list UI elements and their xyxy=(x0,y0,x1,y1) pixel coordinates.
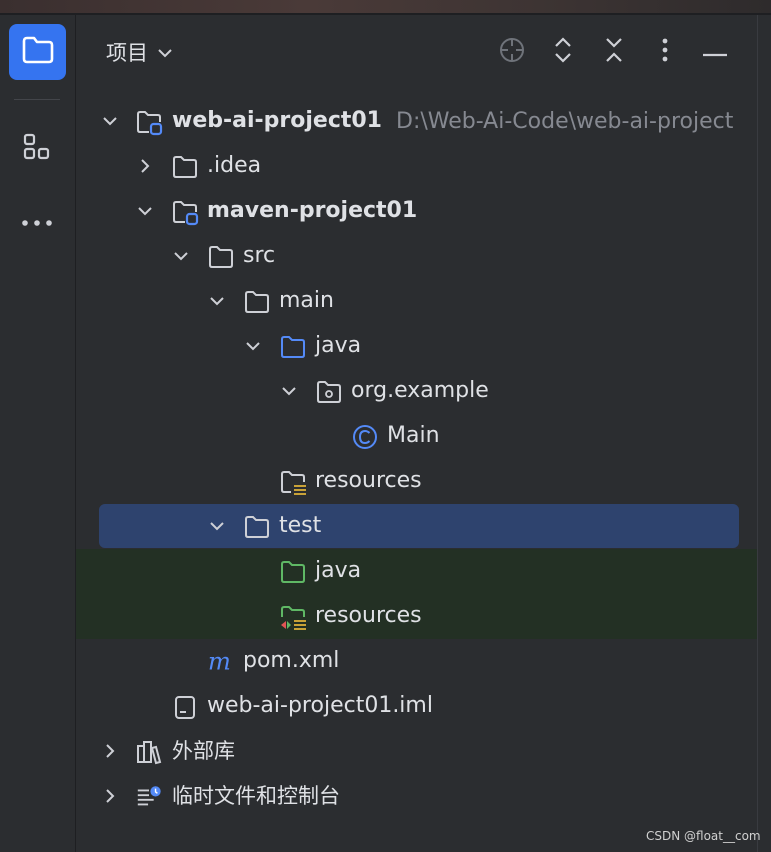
select-opened-file-button[interactable] xyxy=(497,37,527,67)
test-resources-folder-icon xyxy=(279,603,307,631)
options-button[interactable] xyxy=(650,37,680,67)
tree-row-main[interactable]: main xyxy=(76,279,757,324)
tree-label: web-ai-project01 xyxy=(172,108,382,133)
tree-row-main-resources[interactable]: resources xyxy=(76,459,757,504)
test-source-folder-icon xyxy=(279,558,307,586)
scratches-icon xyxy=(135,783,163,811)
tree-label: main xyxy=(279,288,334,313)
test-sources-highlight xyxy=(76,549,757,594)
tree-label: maven-project01 xyxy=(207,198,418,223)
expand-all-button[interactable] xyxy=(548,37,578,67)
folder-icon xyxy=(171,153,199,181)
window-top-strip xyxy=(0,0,771,13)
tree-label: web-ai-project01.iml xyxy=(207,693,433,718)
tree-row-idea[interactable]: .idea xyxy=(76,144,757,189)
more-tools-button[interactable] xyxy=(12,202,62,242)
source-folder-icon xyxy=(279,333,307,361)
tree-label: test xyxy=(279,513,322,538)
panel-title: 项目 xyxy=(106,41,148,65)
chevron-down-icon[interactable] xyxy=(279,381,299,401)
folder-icon xyxy=(243,513,271,541)
chevron-down-icon[interactable] xyxy=(135,201,155,221)
tree-row-package[interactable]: org.example xyxy=(76,369,757,414)
tree-label: .idea xyxy=(207,153,262,178)
chevron-right-icon[interactable] xyxy=(100,741,120,761)
hide-panel-button[interactable] xyxy=(700,37,730,67)
library-icon xyxy=(135,738,163,766)
tree-row-test[interactable]: test xyxy=(76,504,757,549)
tree-row-main-java[interactable]: java xyxy=(76,324,757,369)
activity-separator xyxy=(14,99,60,100)
maven-icon: m xyxy=(207,648,235,676)
tree-label: resources xyxy=(315,468,422,493)
tree-label: 临时文件和控制台 xyxy=(172,784,340,808)
chevron-right-icon[interactable] xyxy=(100,786,120,806)
module-file-icon xyxy=(171,693,199,721)
tree-row-src[interactable]: src xyxy=(76,234,757,279)
chevron-down-icon[interactable] xyxy=(207,516,227,536)
project-folder-icon xyxy=(21,35,55,69)
collapse-all-icon xyxy=(602,36,626,68)
folder-icon xyxy=(243,288,271,316)
panel-right-edge xyxy=(757,15,771,852)
tree-label: org.example xyxy=(351,378,489,403)
chevron-down-icon xyxy=(156,40,174,64)
project-tool-button[interactable] xyxy=(9,24,66,80)
structure-tool-button[interactable] xyxy=(12,128,62,170)
tree-row-root-project[interactable]: web-ai-project01 D:\Web-Ai-Code\web-ai-p… xyxy=(76,99,757,144)
tree-row-iml[interactable]: web-ai-project01.iml xyxy=(76,684,757,729)
tree-row-pom[interactable]: m pom.xml xyxy=(76,639,757,684)
tree-row-main-class[interactable]: Main xyxy=(76,414,757,459)
tree-row-external-libraries[interactable]: 外部库 xyxy=(76,729,757,774)
project-tree: web-ai-project01 D:\Web-Ai-Code\web-ai-p… xyxy=(76,99,757,819)
chevron-right-icon[interactable] xyxy=(135,156,155,176)
minimize-icon xyxy=(702,43,728,62)
tree-label: java xyxy=(315,558,362,583)
chevron-down-icon[interactable] xyxy=(171,246,191,266)
resources-folder-icon xyxy=(279,468,307,496)
watermark: CSDN @float__com xyxy=(646,829,761,843)
root-path: D:\Web-Ai-Code\web-ai-project xyxy=(396,109,734,134)
chevron-down-icon[interactable] xyxy=(243,336,263,356)
crosshair-icon xyxy=(498,36,526,68)
tree-row-test-resources[interactable]: resources xyxy=(76,594,757,639)
folder-icon xyxy=(207,243,235,271)
tree-row-maven-module[interactable]: maven-project01 xyxy=(76,189,757,234)
svg-text:m: m xyxy=(208,648,231,675)
tree-row-scratches[interactable]: 临时文件和控制台 xyxy=(76,774,757,819)
chevron-down-icon[interactable] xyxy=(100,111,120,131)
tree-label: src xyxy=(243,243,276,268)
package-icon xyxy=(315,378,343,406)
java-class-icon xyxy=(351,423,379,451)
tree-row-test-java[interactable]: java xyxy=(76,549,757,594)
more-vertical-icon xyxy=(661,37,669,67)
collapse-all-button[interactable] xyxy=(599,37,629,67)
tree-label: 外部库 xyxy=(172,739,235,763)
panel-title-dropdown[interactable]: 项目 xyxy=(106,37,174,67)
tree-label: resources xyxy=(315,603,422,628)
structure-icon xyxy=(21,131,53,167)
selection-highlight xyxy=(99,504,739,548)
module-folder-icon xyxy=(171,198,199,226)
tree-label: Main xyxy=(387,423,440,448)
tree-label: java xyxy=(315,333,362,358)
project-panel-header: 项目 xyxy=(76,15,757,90)
more-horizontal-icon xyxy=(20,213,54,232)
tree-label: pom.xml xyxy=(243,648,340,673)
module-folder-icon xyxy=(135,108,163,136)
expand-all-icon xyxy=(551,36,575,68)
chevron-down-icon[interactable] xyxy=(207,291,227,311)
